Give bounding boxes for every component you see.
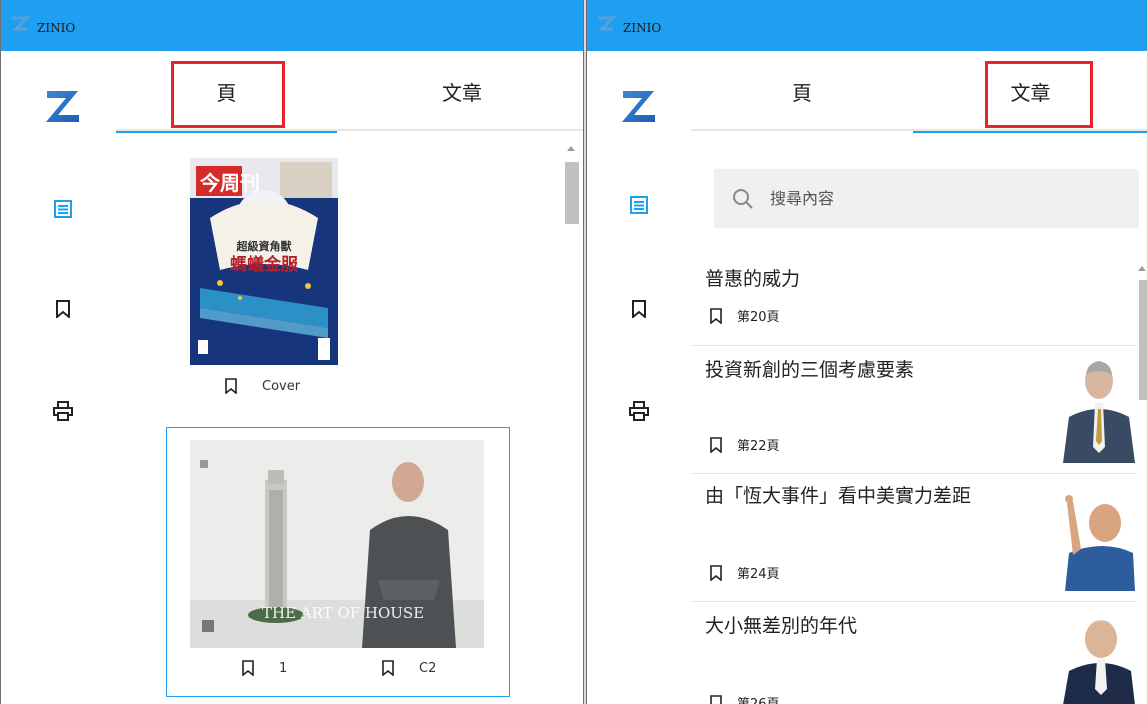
scrollbar[interactable] — [1137, 262, 1147, 704]
scrollbar-thumb[interactable] — [1139, 280, 1147, 400]
bookmark-icon — [56, 300, 70, 318]
spread-image: THE ART OF HOUSE — [190, 440, 484, 648]
article-title: 普惠的威力 — [705, 268, 801, 290]
bookmark-icon[interactable] — [709, 307, 723, 324]
article-item[interactable]: 由「恆大事件」看中美實力差距 第24頁 — [691, 475, 1137, 602]
pages-window: ZINIO 頁 文章 今周刊 超級資角獸 螞蟻金服 Cover THE ART … — [0, 0, 584, 704]
zinio-logo-icon[interactable] — [43, 85, 83, 125]
side-rail — [587, 51, 691, 704]
article-item[interactable]: 普惠的威力 第20頁 — [691, 254, 1137, 346]
spread-label-left: 1 — [241, 660, 287, 676]
article-thumbnail — [1063, 361, 1135, 463]
zinio-logo-icon[interactable] — [619, 85, 659, 125]
spread-text: THE ART OF HOUSE — [262, 604, 424, 622]
article-list: 普惠的威力 第20頁 投資新創的三個考慮要素 第22頁 由「恆大事件」看中美實力… — [691, 254, 1137, 704]
cover-thumbnail[interactable]: 今周刊 超級資角獸 螞蟻金服 — [190, 158, 338, 365]
articles-window: ZINIO 頁 文章 搜尋內容 普惠的威力 第20頁 投資新創的三個考慮要素 第… — [586, 0, 1147, 704]
cover-headline: 超級資角獸 — [236, 239, 292, 253]
article-page: 第24頁 — [737, 567, 780, 582]
article-page: 第20頁 — [737, 310, 780, 325]
bookmark-icon[interactable] — [241, 660, 255, 676]
article-page-row: 第22頁 — [709, 435, 780, 454]
tab-articles[interactable]: 文章 — [913, 51, 1147, 133]
tab-articles-label: 文章 — [442, 80, 482, 105]
article-thumbnail — [1063, 620, 1135, 704]
scrollbar-thumb[interactable] — [565, 162, 579, 224]
bookmarks-button[interactable] — [625, 295, 653, 323]
bookmark-icon[interactable] — [709, 564, 723, 581]
page-thumbnail-list: 今周刊 超級資角獸 螞蟻金服 Cover THE ART OF HOUSE 1 … — [116, 131, 564, 704]
tab-pages[interactable]: 頁 — [116, 51, 337, 133]
cover-label-row: Cover — [224, 378, 300, 394]
contents-list-button[interactable] — [49, 195, 77, 223]
tab-bar: 頁 文章 — [116, 51, 583, 133]
tab-articles-label: 文章 — [1010, 80, 1051, 105]
print-button[interactable] — [49, 397, 77, 425]
article-item[interactable]: 大小無差別的年代 第26頁 — [691, 603, 1137, 704]
article-title: 大小無差別的年代 — [705, 615, 858, 637]
active-tab-indicator — [913, 131, 1147, 133]
article-title: 投資新創的三個考慮要素 — [705, 359, 915, 381]
bookmark-icon[interactable] — [709, 694, 723, 704]
article-page: 第26頁 — [737, 693, 780, 704]
scrollbar[interactable] — [564, 140, 579, 704]
print-icon — [629, 401, 649, 421]
tab-bar: 頁 文章 — [691, 51, 1147, 133]
spread-page-label-1: 1 — [279, 660, 288, 676]
cover-image: 今周刊 超級資角獸 螞蟻金服 — [190, 158, 338, 365]
article-item[interactable]: 投資新創的三個考慮要素 第22頁 — [691, 347, 1137, 474]
zinio-small-logo-icon — [12, 16, 31, 31]
search-bar[interactable] — [714, 169, 1139, 228]
cover-masthead: 今周刊 — [200, 171, 260, 195]
bookmark-icon — [632, 300, 646, 318]
tab-articles[interactable]: 文章 — [337, 51, 583, 131]
article-page-row: 第24頁 — [709, 563, 780, 582]
print-icon — [53, 401, 73, 421]
zinio-small-logo-icon — [598, 16, 617, 31]
window-title: ZINIO — [623, 21, 662, 35]
search-icon — [733, 188, 753, 209]
search-input[interactable] — [770, 189, 1070, 208]
spread-page-label-2: C2 — [419, 660, 437, 676]
contents-list-button[interactable] — [625, 191, 653, 219]
side-rail — [1, 51, 116, 704]
spread-label-right: C2 — [381, 660, 436, 676]
window-title: ZINIO — [37, 21, 76, 35]
article-page: 第22頁 — [737, 439, 780, 454]
article-thumbnail — [1065, 495, 1135, 591]
scroll-up-arrow-icon[interactable] — [567, 146, 575, 151]
cover-page-label: Cover — [262, 378, 301, 394]
print-button[interactable] — [625, 397, 653, 425]
title-bar: ZINIO — [1, 0, 583, 51]
scroll-up-arrow-icon[interactable] — [1138, 266, 1146, 271]
list-icon — [54, 200, 72, 218]
list-icon — [630, 196, 648, 214]
spread-thumbnail: THE ART OF HOUSE — [190, 440, 484, 648]
tab-pages-label: 頁 — [216, 80, 237, 105]
cover-subhead: 螞蟻金服 — [230, 254, 299, 275]
bookmark-icon[interactable] — [709, 436, 723, 453]
article-title: 由「恆大事件」看中美實力差距 — [705, 485, 972, 507]
bookmark-icon[interactable] — [381, 660, 395, 676]
bookmark-icon[interactable] — [224, 378, 238, 394]
selected-spread[interactable]: THE ART OF HOUSE 1 C2 — [166, 427, 510, 697]
tab-pages-label: 頁 — [792, 80, 812, 105]
article-page-row: 第20頁 — [709, 306, 780, 325]
tab-pages[interactable]: 頁 — [691, 51, 913, 131]
bookmarks-button[interactable] — [49, 295, 77, 323]
article-page-row: 第26頁 — [709, 693, 780, 704]
title-bar: ZINIO — [587, 0, 1147, 51]
